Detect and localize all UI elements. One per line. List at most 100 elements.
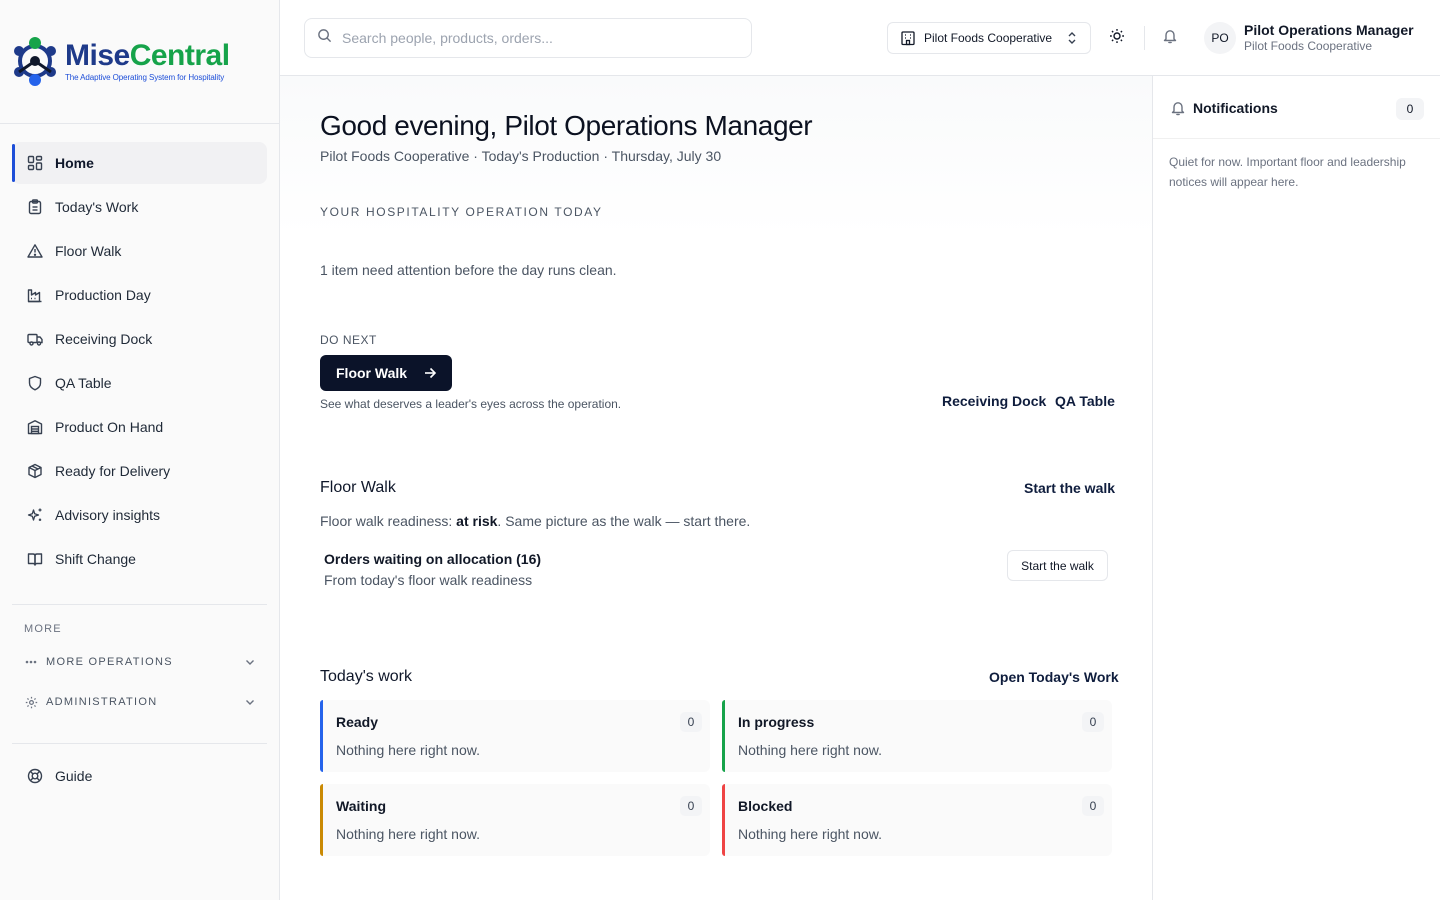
work-card-title: In progress — [738, 714, 815, 730]
sidebar-item-label: Advisory insights — [55, 507, 161, 523]
notifications-empty-text: Quiet for now. Important floor and leade… — [1169, 155, 1406, 189]
theme-toggle-button[interactable] — [1105, 26, 1129, 50]
sidebar-item-advisory-insights[interactable]: Advisory insights — [12, 494, 267, 536]
open-todays-work-link[interactable]: Open Today's Work — [989, 669, 1119, 685]
sidebar-item-label: Shift Change — [55, 551, 136, 567]
notifications-title: Notifications — [1193, 100, 1278, 116]
administration-label: ADMINISTRATION — [46, 696, 158, 708]
work-card-count: 0 — [1082, 796, 1104, 816]
sidebar-item-guide[interactable]: Guide — [12, 755, 267, 797]
work-card-empty-text: Nothing here right now. — [336, 742, 480, 758]
logo-mark-icon — [14, 37, 56, 86]
sidebar-item-label: QA Table — [55, 375, 112, 391]
chevron-down-icon — [244, 656, 256, 668]
chevron-up-down-icon — [1066, 31, 1078, 45]
section-heading: YOUR HOSPITALITY OPERATION TODAY — [320, 205, 603, 219]
lifebuoy-icon — [26, 767, 44, 785]
search-input[interactable] — [342, 30, 722, 46]
do-next-label: DO NEXT — [320, 333, 377, 347]
page-title: Good evening, Pilot Operations Manager — [320, 110, 813, 141]
logo-name: MiseCentral — [65, 38, 230, 72]
sidebar-divider — [12, 743, 267, 744]
gear-icon — [24, 696, 38, 709]
bell-icon — [1162, 28, 1178, 49]
attention-summary: 1 item need attention before the day run… — [320, 262, 617, 278]
qa-table-link[interactable]: QA Table — [1055, 393, 1115, 409]
readiness-status: at risk — [456, 513, 498, 529]
page-subtitle: Pilot Foods Cooperative · Today's Produc… — [320, 148, 722, 164]
notifications-divider — [1153, 138, 1440, 139]
topbar-divider — [1144, 26, 1145, 50]
sidebar-item-label: Floor Walk — [55, 243, 122, 259]
start-the-walk-link[interactable]: Start the walk — [1024, 480, 1115, 496]
grid-icon — [26, 154, 44, 172]
floor-walk-title: Floor Walk — [320, 479, 396, 496]
chevron-down-icon — [244, 696, 256, 708]
todays-work-title: Today's work — [320, 668, 412, 685]
sidebar-item-label: Home — [55, 155, 94, 171]
receiving-dock-link[interactable]: Receiving Dock — [942, 393, 1046, 409]
more-section-label: MORE — [24, 623, 62, 635]
sidebar-item-todays-work[interactable]: Today's Work — [12, 186, 267, 228]
book-open-icon — [26, 550, 44, 568]
sidebar-item-receiving-dock[interactable]: Receiving Dock — [12, 318, 267, 360]
sidebar-item-home[interactable]: Home — [12, 142, 267, 184]
notifications-button[interactable] — [1158, 26, 1182, 50]
sidebar-item-shift-change[interactable]: Shift Change — [12, 538, 267, 580]
organization-select-value: Pilot Foods Cooperative — [924, 31, 1053, 45]
sun-icon — [1109, 28, 1125, 49]
floor-walk-button-label: Floor Walk — [336, 365, 408, 381]
sidebar: MiseCentral The Adaptive Operating Syste… — [0, 0, 280, 900]
sidebar-item-label: Guide — [55, 768, 93, 784]
warehouse-icon — [26, 418, 44, 436]
package-icon — [26, 462, 44, 480]
work-card-count: 0 — [1082, 712, 1104, 732]
work-card-waiting[interactable]: Waiting 0 Nothing here right now. — [320, 784, 710, 856]
user-name[interactable]: Pilot Operations Manager — [1244, 22, 1414, 38]
sidebar-item-ready-for-delivery[interactable]: Ready for Delivery — [12, 450, 267, 492]
notifications-count-badge: 0 — [1396, 98, 1424, 120]
sidebar-divider — [0, 123, 279, 124]
sparkles-icon — [26, 506, 44, 524]
arrow-right-icon — [423, 366, 437, 380]
bell-icon — [1170, 100, 1186, 116]
sidebar-item-production-day[interactable]: Production Day — [12, 274, 267, 316]
sidebar-item-floor-walk[interactable]: Floor Walk — [12, 230, 267, 272]
logo[interactable]: MiseCentral The Adaptive Operating Syste… — [10, 34, 230, 88]
work-card-in-progress[interactable]: In progress 0 Nothing here right now. — [722, 700, 1112, 772]
organization-select[interactable]: Pilot Foods Cooperative — [887, 22, 1091, 54]
start-the-walk-button[interactable]: Start the walk — [1007, 550, 1108, 581]
factory-icon — [26, 286, 44, 304]
more-dots-icon — [24, 660, 38, 664]
avatar[interactable]: PO — [1204, 22, 1236, 54]
administration-toggle[interactable]: ADMINISTRATION — [24, 691, 256, 713]
sidebar-item-product-on-hand[interactable]: Product On Hand — [12, 406, 267, 448]
search-box[interactable] — [304, 18, 752, 58]
floor-walk-readiness: Floor walk readiness: at risk. Same pict… — [320, 513, 751, 529]
sidebar-item-label: Receiving Dock — [55, 331, 153, 347]
truck-icon — [26, 330, 44, 348]
more-operations-label: MORE OPERATIONS — [46, 656, 173, 668]
shield-icon — [26, 374, 44, 392]
notifications-panel: Notifications 0 Quiet for now. Important… — [1152, 76, 1440, 900]
work-card-title: Blocked — [738, 798, 793, 814]
work-card-count: 0 — [680, 796, 702, 816]
work-card-blocked[interactable]: Blocked 0 Nothing here right now. — [722, 784, 1112, 856]
floor-walk-button[interactable]: Floor Walk — [320, 355, 452, 391]
work-card-title: Ready — [336, 714, 379, 730]
work-card-count: 0 — [680, 712, 702, 732]
allocation-item-title: Orders waiting on allocation (16) — [324, 551, 542, 567]
sidebar-item-label: Production Day — [55, 287, 151, 303]
work-card-ready[interactable]: Ready 0 Nothing here right now. — [320, 700, 710, 772]
logo-tagline: The Adaptive Operating System for Hospit… — [65, 72, 225, 82]
sidebar-item-label: Today's Work — [55, 199, 139, 215]
sidebar-divider — [12, 604, 267, 605]
clipboard-icon — [26, 198, 44, 216]
user-organization: Pilot Foods Cooperative — [1244, 39, 1373, 53]
more-operations-toggle[interactable]: MORE OPERATIONS — [24, 651, 256, 673]
sidebar-item-qa-table[interactable]: QA Table — [12, 362, 267, 404]
alert-triangle-icon — [26, 242, 44, 260]
do-next-description: See what deserves a leader's eyes across… — [320, 397, 622, 411]
work-card-empty-text: Nothing here right now. — [738, 742, 882, 758]
work-card-empty-text: Nothing here right now. — [336, 826, 480, 842]
